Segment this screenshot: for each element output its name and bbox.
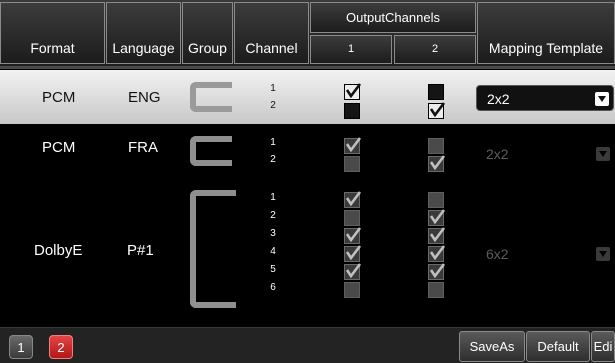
table-row[interactable]: PCM FRA 1 2 2x2 <box>0 124 615 180</box>
output2-checkbox[interactable] <box>428 209 446 226</box>
mapping-template-value: 2x2 <box>486 146 509 162</box>
column-header-output-2[interactable]: 2 <box>394 35 476 64</box>
output1-checkbox[interactable] <box>344 263 362 280</box>
language-cell: FRA <box>128 139 158 156</box>
group-bracket <box>190 190 236 308</box>
channel-number: 1 <box>270 137 276 148</box>
mapping-template-value: 2x2 <box>487 91 510 107</box>
output1-checkbox[interactable] <box>344 103 360 119</box>
edit-button[interactable]: Edi <box>591 331 615 362</box>
column-header-channel-label: Channel <box>245 40 298 56</box>
output1-checkbox[interactable] <box>344 282 360 298</box>
table-row[interactable]: PCM ENG 1 2 2x2 <box>0 70 615 124</box>
channel-number: 1 <box>270 192 276 203</box>
output1-checkbox[interactable] <box>344 227 362 244</box>
channel-number: 3 <box>270 228 276 239</box>
table-header: Format Language Group Channel OutputChan… <box>0 0 615 66</box>
output1-checkbox[interactable] <box>344 210 360 226</box>
group-bracket <box>190 136 232 166</box>
chevron-down-icon[interactable] <box>595 92 609 106</box>
header-separator <box>0 66 615 69</box>
mapping-template-value: 6x2 <box>486 246 509 262</box>
channel-number: 5 <box>270 264 276 275</box>
output2-checkbox[interactable] <box>428 263 446 280</box>
save-as-button[interactable]: SaveAs <box>459 331 525 362</box>
column-header-language[interactable]: Language <box>106 2 181 64</box>
output2-checkbox[interactable] <box>428 138 444 154</box>
language-cell: ENG <box>128 89 161 106</box>
output2-checkbox[interactable] <box>428 245 446 262</box>
format-cell: PCM <box>42 139 76 156</box>
column-header-group[interactable]: Group <box>182 2 233 64</box>
channel-number: 6 <box>270 282 276 293</box>
mapping-template-dropdown[interactable]: 2x2 <box>476 85 614 111</box>
channel-number: 2 <box>270 100 276 111</box>
output1-checkbox[interactable] <box>344 137 362 154</box>
output2-checkbox[interactable] <box>428 155 446 172</box>
output1-checkbox[interactable] <box>344 191 362 208</box>
channel-number: 1 <box>270 83 276 94</box>
column-header-mapping-template[interactable]: Mapping Template <box>477 2 615 64</box>
chevron-down-icon[interactable] <box>596 147 610 161</box>
column-header-channel[interactable]: Channel <box>234 2 309 64</box>
default-button[interactable]: Default <box>526 331 590 362</box>
channel-number: 2 <box>270 210 276 221</box>
mapping-template-dropdown[interactable]: 6x2 <box>476 241 614 267</box>
footer-toolbar: 1 2 SaveAs Default Edi <box>0 327 615 363</box>
column-header-group-label: Group <box>188 40 227 56</box>
table-row[interactable]: DolbyE P#1 1 2 3 4 5 6 6x2 <box>0 180 615 326</box>
output2-checkbox[interactable] <box>428 282 444 298</box>
output2-checkbox[interactable] <box>428 227 446 244</box>
column-header-format-label: Format <box>30 40 75 56</box>
output1-checkbox[interactable] <box>344 245 362 262</box>
chevron-down-icon[interactable] <box>596 247 610 261</box>
column-header-output-1[interactable]: 1 <box>310 35 392 64</box>
language-cell: P#1 <box>127 242 154 259</box>
output1-checkbox[interactable] <box>344 156 360 172</box>
column-header-mapping-template-label: Mapping Template <box>488 40 604 56</box>
page-2-button[interactable]: 2 <box>49 335 73 359</box>
group-bracket <box>190 82 232 112</box>
format-cell: DolbyE <box>34 242 83 259</box>
column-header-output-channels: OutputChannels <box>310 2 476 33</box>
column-header-language-label: Language <box>112 40 175 56</box>
mapping-template-dropdown[interactable]: 2x2 <box>476 141 614 167</box>
column-header-format[interactable]: Format <box>0 2 105 64</box>
channel-number: 4 <box>270 246 276 257</box>
format-cell: PCM <box>42 89 76 106</box>
output2-checkbox[interactable] <box>428 102 446 119</box>
output2-checkbox[interactable] <box>428 84 444 100</box>
channel-number: 2 <box>270 154 276 165</box>
output2-checkbox[interactable] <box>428 192 444 208</box>
page-1-button[interactable]: 1 <box>9 335 33 359</box>
output1-checkbox[interactable] <box>344 83 362 100</box>
